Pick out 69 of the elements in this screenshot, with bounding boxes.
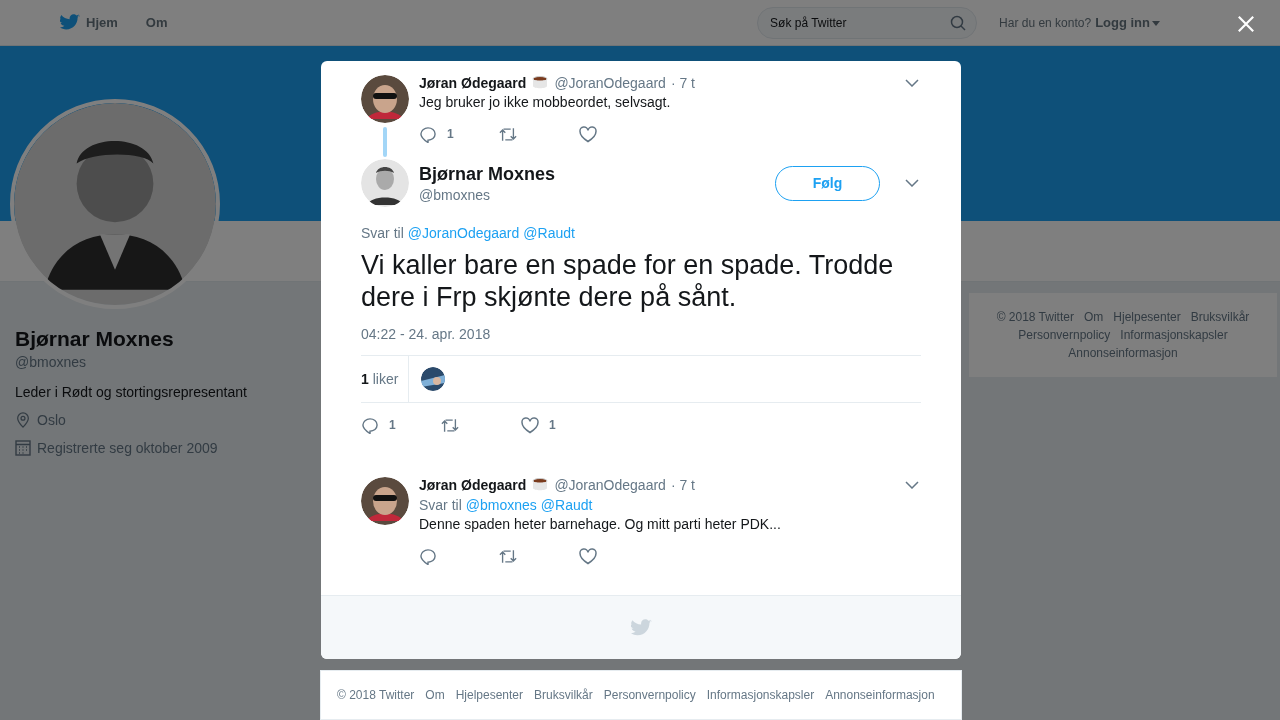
retweet-icon[interactable] bbox=[499, 125, 517, 143]
footer-link[interactable]: Bruksvilkår bbox=[534, 688, 593, 702]
reply-to-label: Svar til bbox=[419, 497, 462, 513]
author-name[interactable]: Jøran Ødegaard bbox=[419, 75, 527, 91]
footer-link[interactable]: Informasjonskapsler bbox=[706, 688, 815, 702]
footer-link[interactable]: Personvernpolicy bbox=[603, 688, 696, 702]
coffee-cup-icon bbox=[531, 477, 550, 493]
mention-link[interactable]: @JoranOdegaard bbox=[407, 225, 520, 241]
tweet-time[interactable]: · 7 t bbox=[670, 477, 695, 493]
footer-link[interactable]: Annonseinformasjon bbox=[825, 688, 935, 702]
reply-icon[interactable] bbox=[419, 547, 437, 565]
footer-link[interactable]: Om bbox=[425, 688, 445, 702]
chevron-down-icon[interactable] bbox=[905, 79, 919, 87]
close-icon[interactable] bbox=[1237, 15, 1255, 33]
footer-link[interactable]: Annonseinformasjon bbox=[1068, 344, 1178, 362]
location-pin-icon bbox=[15, 412, 31, 428]
calendar-icon bbox=[15, 440, 31, 456]
author-name[interactable]: Jøran Ødegaard bbox=[419, 477, 527, 493]
footer-link[interactable]: © 2018 Twitter bbox=[996, 308, 1074, 326]
reply-to-label: Svar til bbox=[361, 225, 404, 241]
bird-icon bbox=[60, 14, 80, 31]
reply-icon[interactable] bbox=[419, 125, 437, 143]
footer-link[interactable]: Informasjonskapsler bbox=[1120, 326, 1228, 344]
footer-link[interactable]: Om bbox=[1083, 308, 1104, 326]
coffee-cup-icon bbox=[531, 75, 550, 91]
follow-button[interactable]: Følg bbox=[775, 165, 880, 201]
bird-icon bbox=[630, 618, 652, 637]
profile-handle: @bmoxnes bbox=[15, 354, 88, 370]
thread-line bbox=[383, 127, 387, 157]
heart-icon[interactable] bbox=[579, 125, 597, 143]
footer-link[interactable]: Hjelpesenter bbox=[455, 688, 524, 702]
footer-link[interactable]: Bruksvilkår bbox=[1190, 308, 1250, 326]
profile-location: Oslo bbox=[37, 412, 66, 428]
author-handle[interactable]: @JoranOdegaard bbox=[554, 477, 666, 493]
author-name[interactable]: Bjørnar Moxnes bbox=[419, 163, 556, 185]
tweet-time[interactable]: · 7 t bbox=[670, 75, 695, 91]
login-link[interactable]: Logg inn bbox=[1095, 15, 1150, 30]
mention-link[interactable]: @Raudt bbox=[523, 225, 575, 241]
heart-icon[interactable] bbox=[521, 416, 539, 434]
chevron-down-icon[interactable] bbox=[905, 179, 919, 187]
profile-join-date: Registrerte seg oktober 2009 bbox=[37, 440, 218, 456]
profile-bio: Leder i Rødt og stortingsrepresentant bbox=[15, 384, 248, 400]
likes-count[interactable]: 1 liker bbox=[361, 356, 410, 402]
author-handle[interactable]: @bmoxnes bbox=[419, 186, 556, 203]
tweet-timestamp[interactable]: 04:22 - 24. apr. 2018 bbox=[361, 326, 921, 342]
tweet-text: Vi kaller bare en spade for en spade. Trodde dere i Frp skjønte dere på sånt. bbox=[361, 249, 895, 313]
mention-link[interactable]: @bmoxnes bbox=[465, 497, 537, 513]
footer-link[interactable]: Hjelpesenter bbox=[1113, 308, 1181, 326]
mention-link[interactable]: @Raudt bbox=[540, 497, 593, 513]
chevron-down-icon[interactable] bbox=[905, 481, 919, 489]
about-link[interactable]: Om bbox=[145, 15, 168, 30]
retweet-icon[interactable] bbox=[441, 416, 459, 434]
tweet-text: Jeg bruker jo ikke mobbeordet, selvsagt. bbox=[419, 94, 672, 110]
heart-icon[interactable] bbox=[579, 547, 597, 565]
tweet-text: Denne spaden heter barnehage. Og mitt parti heter PDK... bbox=[419, 516, 782, 532]
reply-count: 1 bbox=[389, 418, 396, 432]
author-handle[interactable]: @JoranOdegaard bbox=[554, 75, 666, 91]
reply-count: 1 bbox=[447, 127, 454, 141]
profile-name: Bjørnar Moxnes bbox=[15, 327, 175, 351]
caret-icon bbox=[1152, 21, 1160, 26]
retweet-icon[interactable] bbox=[499, 547, 517, 565]
account-prompt: Har du en konto? bbox=[999, 15, 1092, 30]
search-field[interactable]: Søk på Twitter bbox=[757, 6, 978, 39]
like-count: 1 bbox=[549, 418, 556, 432]
footer-link[interactable]: © 2018 Twitter bbox=[337, 688, 415, 702]
search-icon bbox=[950, 14, 967, 31]
footer-link[interactable]: Personvernpolicy bbox=[1018, 326, 1111, 344]
reply-icon[interactable] bbox=[361, 416, 379, 434]
home-link[interactable]: Hjem bbox=[60, 14, 118, 31]
